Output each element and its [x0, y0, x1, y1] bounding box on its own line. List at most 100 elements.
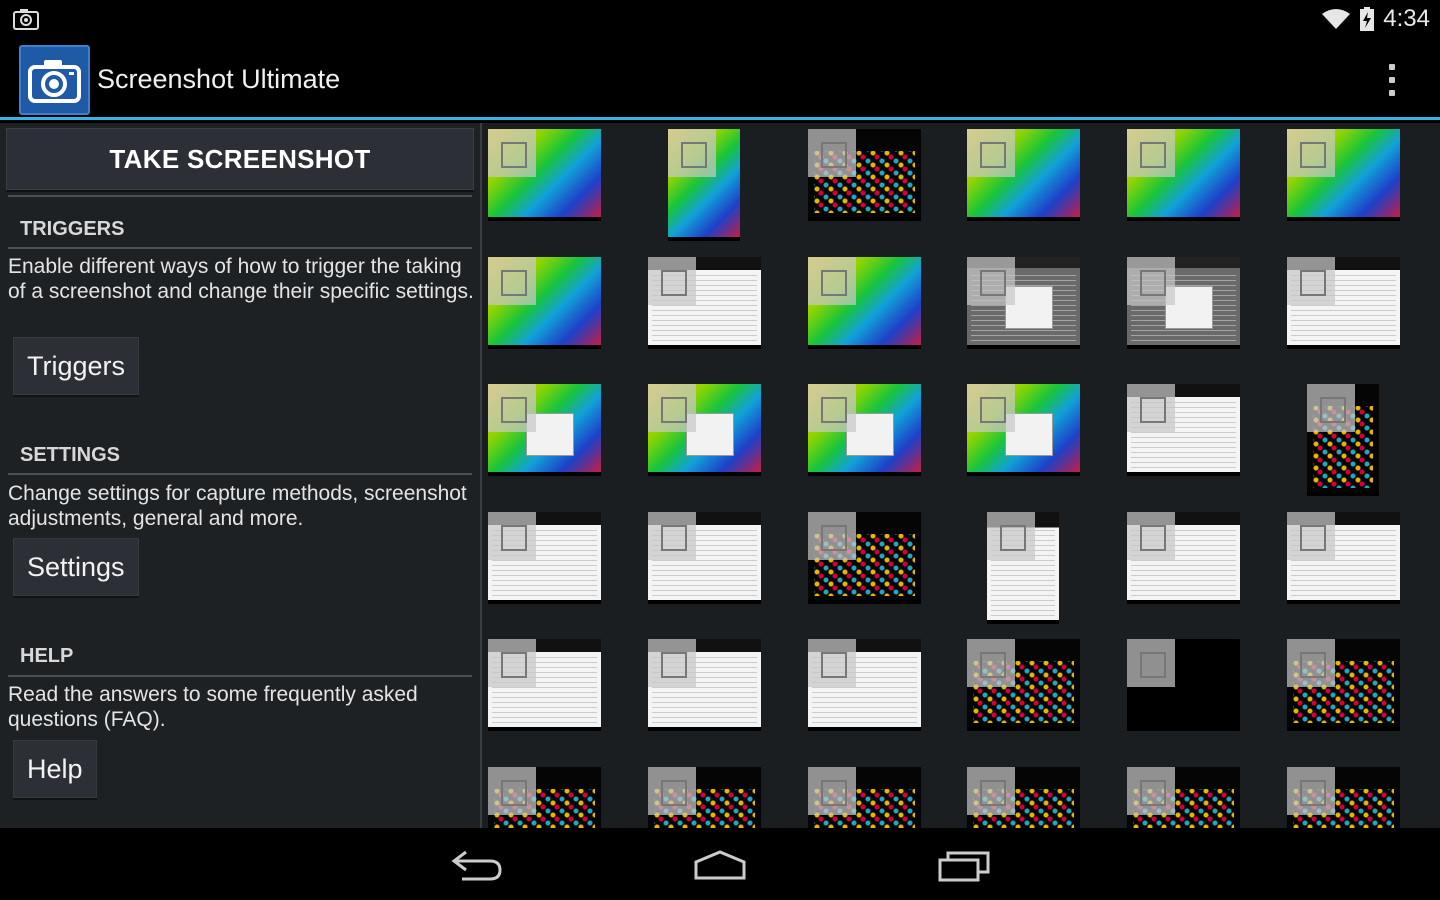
settings-button[interactable]: Settings — [13, 538, 139, 596]
select-checkbox[interactable] — [967, 767, 1015, 815]
screenshot-thumbnail[interactable] — [1287, 257, 1400, 349]
section-header-triggers: TRIGGERS — [20, 218, 125, 240]
select-checkbox[interactable] — [648, 767, 696, 815]
divider — [8, 247, 472, 249]
screenshot-icon — [13, 9, 39, 30]
help-button[interactable]: Help — [13, 740, 97, 798]
screenshot-thumbnail[interactable] — [648, 767, 761, 828]
screenshot-thumbnail[interactable] — [808, 512, 921, 604]
screenshot-thumbnail[interactable] — [668, 129, 740, 241]
select-checkbox[interactable] — [808, 257, 856, 305]
wifi-icon — [1322, 9, 1351, 29]
select-checkbox[interactable] — [1287, 512, 1335, 560]
left-pane: TAKE SCREENSHOT TRIGGERS Enable differen… — [0, 123, 480, 828]
screenshot-thumbnail[interactable] — [1127, 384, 1240, 476]
screenshot-thumbnail[interactable] — [648, 257, 761, 349]
navigation-bar — [0, 828, 1440, 900]
select-checkbox[interactable] — [488, 512, 536, 560]
overflow-menu-icon[interactable] — [1382, 60, 1402, 100]
status-clock: 4:34 — [1383, 5, 1430, 32]
screenshot-thumbnail[interactable] — [1287, 129, 1400, 221]
screenshot-thumbnail[interactable] — [967, 384, 1080, 476]
select-checkbox[interactable] — [648, 512, 696, 560]
screenshot-thumbnail[interactable] — [1127, 767, 1240, 828]
screenshot-thumbnail[interactable] — [808, 257, 921, 349]
select-checkbox[interactable] — [1287, 129, 1335, 177]
select-checkbox[interactable] — [808, 767, 856, 815]
screenshot-thumbnail[interactable] — [488, 384, 601, 476]
select-checkbox[interactable] — [1127, 767, 1175, 815]
select-checkbox[interactable] — [648, 639, 696, 687]
section-description-settings: Change settings for capture methods, scr… — [8, 482, 467, 530]
section-description-help: Read the answers to some frequently aske… — [8, 683, 418, 731]
select-checkbox[interactable] — [808, 639, 856, 687]
screenshot-thumbnail[interactable] — [967, 767, 1080, 828]
select-checkbox[interactable] — [967, 129, 1015, 177]
screenshot-thumbnail[interactable] — [808, 767, 921, 828]
select-checkbox[interactable] — [488, 384, 536, 432]
divider — [8, 473, 472, 475]
select-checkbox[interactable] — [648, 384, 696, 432]
select-checkbox[interactable] — [967, 639, 1015, 687]
screenshot-thumbnail[interactable] — [808, 639, 921, 731]
screenshot-thumbnail[interactable] — [1287, 767, 1400, 828]
select-checkbox[interactable] — [488, 129, 536, 177]
select-checkbox[interactable] — [1307, 384, 1355, 432]
home-icon[interactable] — [690, 846, 750, 882]
screenshot-thumbnail[interactable] — [1287, 639, 1400, 731]
select-checkbox[interactable] — [808, 512, 856, 560]
section-header-help: HELP — [20, 645, 74, 667]
divider — [8, 195, 472, 197]
screenshot-thumbnail[interactable] — [648, 639, 761, 731]
screenshot-thumbnail[interactable] — [1307, 384, 1379, 496]
select-checkbox[interactable] — [808, 129, 856, 177]
screenshot-thumbnail[interactable] — [488, 639, 601, 731]
screenshot-thumbnail[interactable] — [1287, 512, 1400, 604]
select-checkbox[interactable] — [1287, 639, 1335, 687]
divider — [8, 675, 472, 677]
select-checkbox[interactable] — [967, 384, 1015, 432]
select-checkbox[interactable] — [987, 512, 1035, 560]
screenshot-thumbnail[interactable] — [967, 639, 1080, 731]
select-checkbox[interactable] — [488, 257, 536, 305]
screenshot-thumbnail[interactable] — [488, 257, 601, 349]
status-bar: 4:34 — [0, 0, 1440, 38]
select-checkbox[interactable] — [1127, 639, 1175, 687]
action-bar: Screenshot Ultimate — [0, 38, 1440, 120]
select-checkbox[interactable] — [1127, 129, 1175, 177]
select-checkbox[interactable] — [1127, 384, 1175, 432]
screenshot-thumbnail[interactable] — [967, 129, 1080, 221]
screenshot-thumbnail[interactable] — [648, 512, 761, 604]
select-checkbox[interactable] — [668, 129, 716, 177]
screenshot-thumbnail[interactable] — [808, 129, 921, 221]
select-checkbox[interactable] — [488, 767, 536, 815]
section-description-triggers: Enable different ways of how to trigger … — [8, 255, 474, 303]
take-screenshot-button[interactable]: TAKE SCREENSHOT — [6, 128, 474, 190]
recents-icon[interactable] — [934, 846, 994, 882]
screenshot-thumbnail[interactable] — [648, 384, 761, 476]
battery-charging-icon — [1360, 7, 1375, 31]
triggers-button[interactable]: Triggers — [13, 337, 140, 395]
screenshot-thumbnail[interactable] — [987, 512, 1059, 624]
screenshot-thumbnail[interactable] — [1127, 257, 1240, 349]
app-logo[interactable] — [19, 45, 90, 115]
select-checkbox[interactable] — [648, 257, 696, 305]
select-checkbox[interactable] — [1127, 257, 1175, 305]
screenshot-thumbnail[interactable] — [488, 767, 601, 828]
screenshot-thumbnail[interactable] — [1127, 512, 1240, 604]
camera-icon — [28, 60, 81, 103]
screenshot-thumbnail[interactable] — [488, 512, 601, 604]
select-checkbox[interactable] — [967, 257, 1015, 305]
select-checkbox[interactable] — [808, 384, 856, 432]
select-checkbox[interactable] — [1287, 257, 1335, 305]
back-icon[interactable] — [448, 846, 508, 882]
select-checkbox[interactable] — [488, 639, 536, 687]
screenshot-thumbnail[interactable] — [488, 129, 601, 221]
screenshot-thumbnail[interactable] — [967, 257, 1080, 349]
select-checkbox[interactable] — [1287, 767, 1335, 815]
status-icons: 4:34 — [1321, 5, 1430, 33]
select-checkbox[interactable] — [1127, 512, 1175, 560]
screenshot-thumbnail[interactable] — [1127, 639, 1240, 731]
screenshot-thumbnail[interactable] — [1127, 129, 1240, 221]
screenshot-thumbnail[interactable] — [808, 384, 921, 476]
